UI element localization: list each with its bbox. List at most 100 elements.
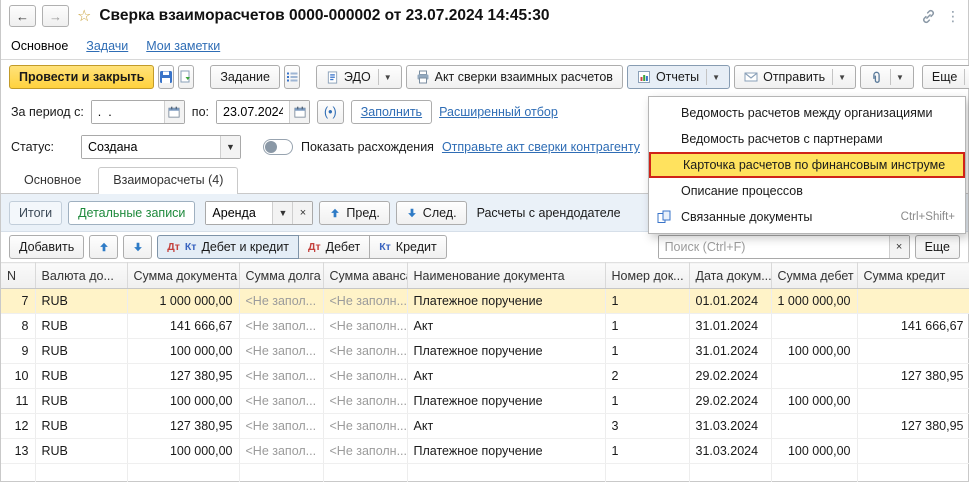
fill-button[interactable]: Заполнить (350, 100, 433, 124)
tab-main[interactable]: Основное (9, 167, 96, 193)
cell-doc-number: 1 (605, 388, 690, 414)
move-down-button[interactable] (123, 235, 153, 259)
advanced-filter-link[interactable]: Расширенный отбор (439, 105, 558, 119)
show-discrepancies-toggle[interactable] (263, 139, 293, 155)
create-based-on-button[interactable] (178, 65, 195, 89)
reports-menu-item[interactable]: Ведомость расчетов с партнерами (649, 126, 965, 152)
move-up-icon (99, 242, 108, 252)
col-n[interactable]: N (1, 262, 36, 289)
tab-settlements[interactable]: Взаиморасчеты (4) (98, 167, 239, 194)
more-actions-icon[interactable]: ⋮ (946, 8, 960, 25)
send-act-link[interactable]: Отправьте акт сверки контрагенту (442, 140, 640, 154)
post-and-close-button[interactable]: Провести и закрыть (9, 65, 155, 89)
calendar-icon (168, 106, 180, 118)
credit-button[interactable]: Кт Кредит (369, 235, 447, 259)
reports-caret-icon[interactable]: ▼ (706, 69, 720, 85)
cell-doc-number: 1 (605, 288, 690, 314)
reports-menu-item[interactable]: Связанные документы Ctrl+Shift+ (649, 204, 965, 230)
send-button[interactable]: Отправить ▼ (734, 65, 856, 89)
cell-doc-date: 31.03.2024 (689, 438, 772, 464)
contract-dropdown-button[interactable]: ▼ (272, 201, 293, 224)
cell-doc-date: 31.01.2024 (689, 338, 772, 364)
period-to-input[interactable] (217, 101, 289, 123)
task-button[interactable]: Задание (210, 65, 280, 89)
send-caret-icon[interactable]: ▼ (832, 69, 846, 85)
title-bar: ← → ☆ Сверка взаиморасчетов 0000-000002 … (1, 0, 968, 32)
totals-button[interactable]: Итоги (9, 200, 63, 225)
col-doc-date[interactable]: Дата докум... (689, 262, 772, 289)
period-from-input[interactable] (91, 101, 164, 123)
reports-menu-item[interactable]: Ведомость расчетов между организациями (649, 100, 965, 126)
favorite-star-icon[interactable]: ☆ (77, 6, 91, 26)
debit-credit-segment: Дт Кт Дебет и кредит Дт Дебет Кт Кредит (157, 235, 447, 259)
arrow-up-icon (331, 208, 340, 217)
nav-item-tasks[interactable]: Задачи (86, 39, 128, 53)
debit-button[interactable]: Дт Дебет (298, 235, 371, 259)
attachments-caret-icon[interactable]: ▼ (890, 69, 904, 85)
status-dropdown-button[interactable]: ▼ (220, 136, 240, 158)
list-toolbar: Добавить Дт Кт Дебет и кредит Дт Дебет Кт… (1, 232, 968, 262)
more-list-button[interactable]: Еще (914, 235, 960, 259)
cell-advance: <Не заполн... (323, 363, 408, 389)
reports-menu-item[interactable]: Карточка расчетов по финансовым инструме… (649, 152, 965, 178)
col-credit[interactable]: Сумма кредит (857, 262, 969, 289)
more-toolbar-button[interactable]: Еще ▼ (921, 65, 969, 89)
edo-caret-icon[interactable]: ▼ (377, 69, 392, 85)
reconciliation-act-button[interactable]: Акт сверки взаимных расчетов (405, 65, 623, 89)
contract-input[interactable] (206, 201, 273, 224)
col-amount[interactable]: Сумма документа (127, 262, 240, 289)
debit-and-credit-button[interactable]: Дт Кт Дебет и кредит (157, 235, 300, 259)
move-up-button[interactable] (89, 235, 119, 259)
col-currency[interactable]: Валюта до... (35, 262, 128, 289)
period-choice-button[interactable]: (•) (317, 100, 344, 124)
table-row[interactable]: 8 RUB 141 666,67 <Не запол... <Не заполн… (1, 313, 969, 339)
status-input[interactable] (82, 136, 220, 158)
cell-doc-name: Акт (407, 313, 606, 339)
more-caret-icon[interactable]: ▼ (964, 69, 969, 85)
cell-doc-name: Акт (407, 413, 606, 439)
cell-debt: <Не запол... (239, 363, 324, 389)
forward-button[interactable]: → (42, 5, 69, 27)
cell-debt: <Не запол... (239, 413, 324, 439)
search-input[interactable] (658, 236, 889, 258)
task-list-button[interactable] (283, 65, 300, 89)
save-button[interactable] (158, 65, 175, 89)
edo-button[interactable]: ЭДО ▼ (315, 65, 402, 89)
page-title: Сверка взаиморасчетов 0000-000002 от 23.… (99, 7, 550, 24)
table-row[interactable]: 13 RUB 100 000,00 <Не запол... <Не запол… (1, 438, 969, 464)
col-doc-name[interactable]: Наименование документа (407, 262, 606, 289)
col-doc-number[interactable]: Номер док... (605, 262, 690, 289)
copy-link-icon[interactable] (921, 9, 936, 24)
table-row[interactable]: 10 RUB 127 380,95 <Не запол... <Не запол… (1, 363, 969, 389)
next-button[interactable]: След. (395, 200, 467, 225)
cell-credit (857, 388, 969, 414)
prev-button[interactable]: Пред. (319, 200, 390, 225)
back-button[interactable]: ← (9, 5, 36, 27)
attachments-button[interactable]: ▼ (860, 65, 914, 89)
col-advance[interactable]: Сумма аванса (323, 262, 408, 289)
cell-debt: <Не запол... (239, 288, 324, 314)
search-clear-button[interactable]: × (888, 236, 909, 258)
add-button[interactable]: Добавить (9, 235, 85, 259)
save-icon (160, 71, 173, 83)
cell-currency: RUB (35, 413, 128, 439)
table-row[interactable]: 11 RUB 100 000,00 <Не запол... <Не запол… (1, 388, 969, 414)
reports-button[interactable]: Отчеты ▼ (626, 65, 731, 89)
cell-doc-date: 31.01.2024 (689, 313, 772, 339)
col-debit[interactable]: Сумма дебет (771, 262, 858, 289)
cell-n: 8 (1, 313, 36, 339)
table-row[interactable]: 12 RUB 127 380,95 <Не запол... <Не запол… (1, 413, 969, 439)
col-debt[interactable]: Сумма долга (239, 262, 324, 289)
nav-item-main[interactable]: Основное (11, 39, 68, 53)
cell-currency: RUB (35, 438, 128, 464)
period-to-calendar-button[interactable] (289, 101, 309, 123)
table-row[interactable]: 9 RUB 100 000,00 <Не запол... <Не заполн… (1, 338, 969, 364)
nav-item-notes[interactable]: Мои заметки (146, 39, 220, 53)
cell-currency: RUB (35, 363, 128, 389)
contract-clear-button[interactable]: × (292, 201, 313, 224)
reports-menu-item[interactable]: Описание процессов (649, 178, 965, 204)
table-row[interactable]: 7 RUB 1 000 000,00 <Не запол... <Не запо… (1, 288, 969, 314)
period-from-calendar-button[interactable] (163, 101, 184, 123)
cell-amount: 100 000,00 (127, 338, 240, 364)
detailed-records-button[interactable]: Детальные записи (68, 200, 196, 225)
